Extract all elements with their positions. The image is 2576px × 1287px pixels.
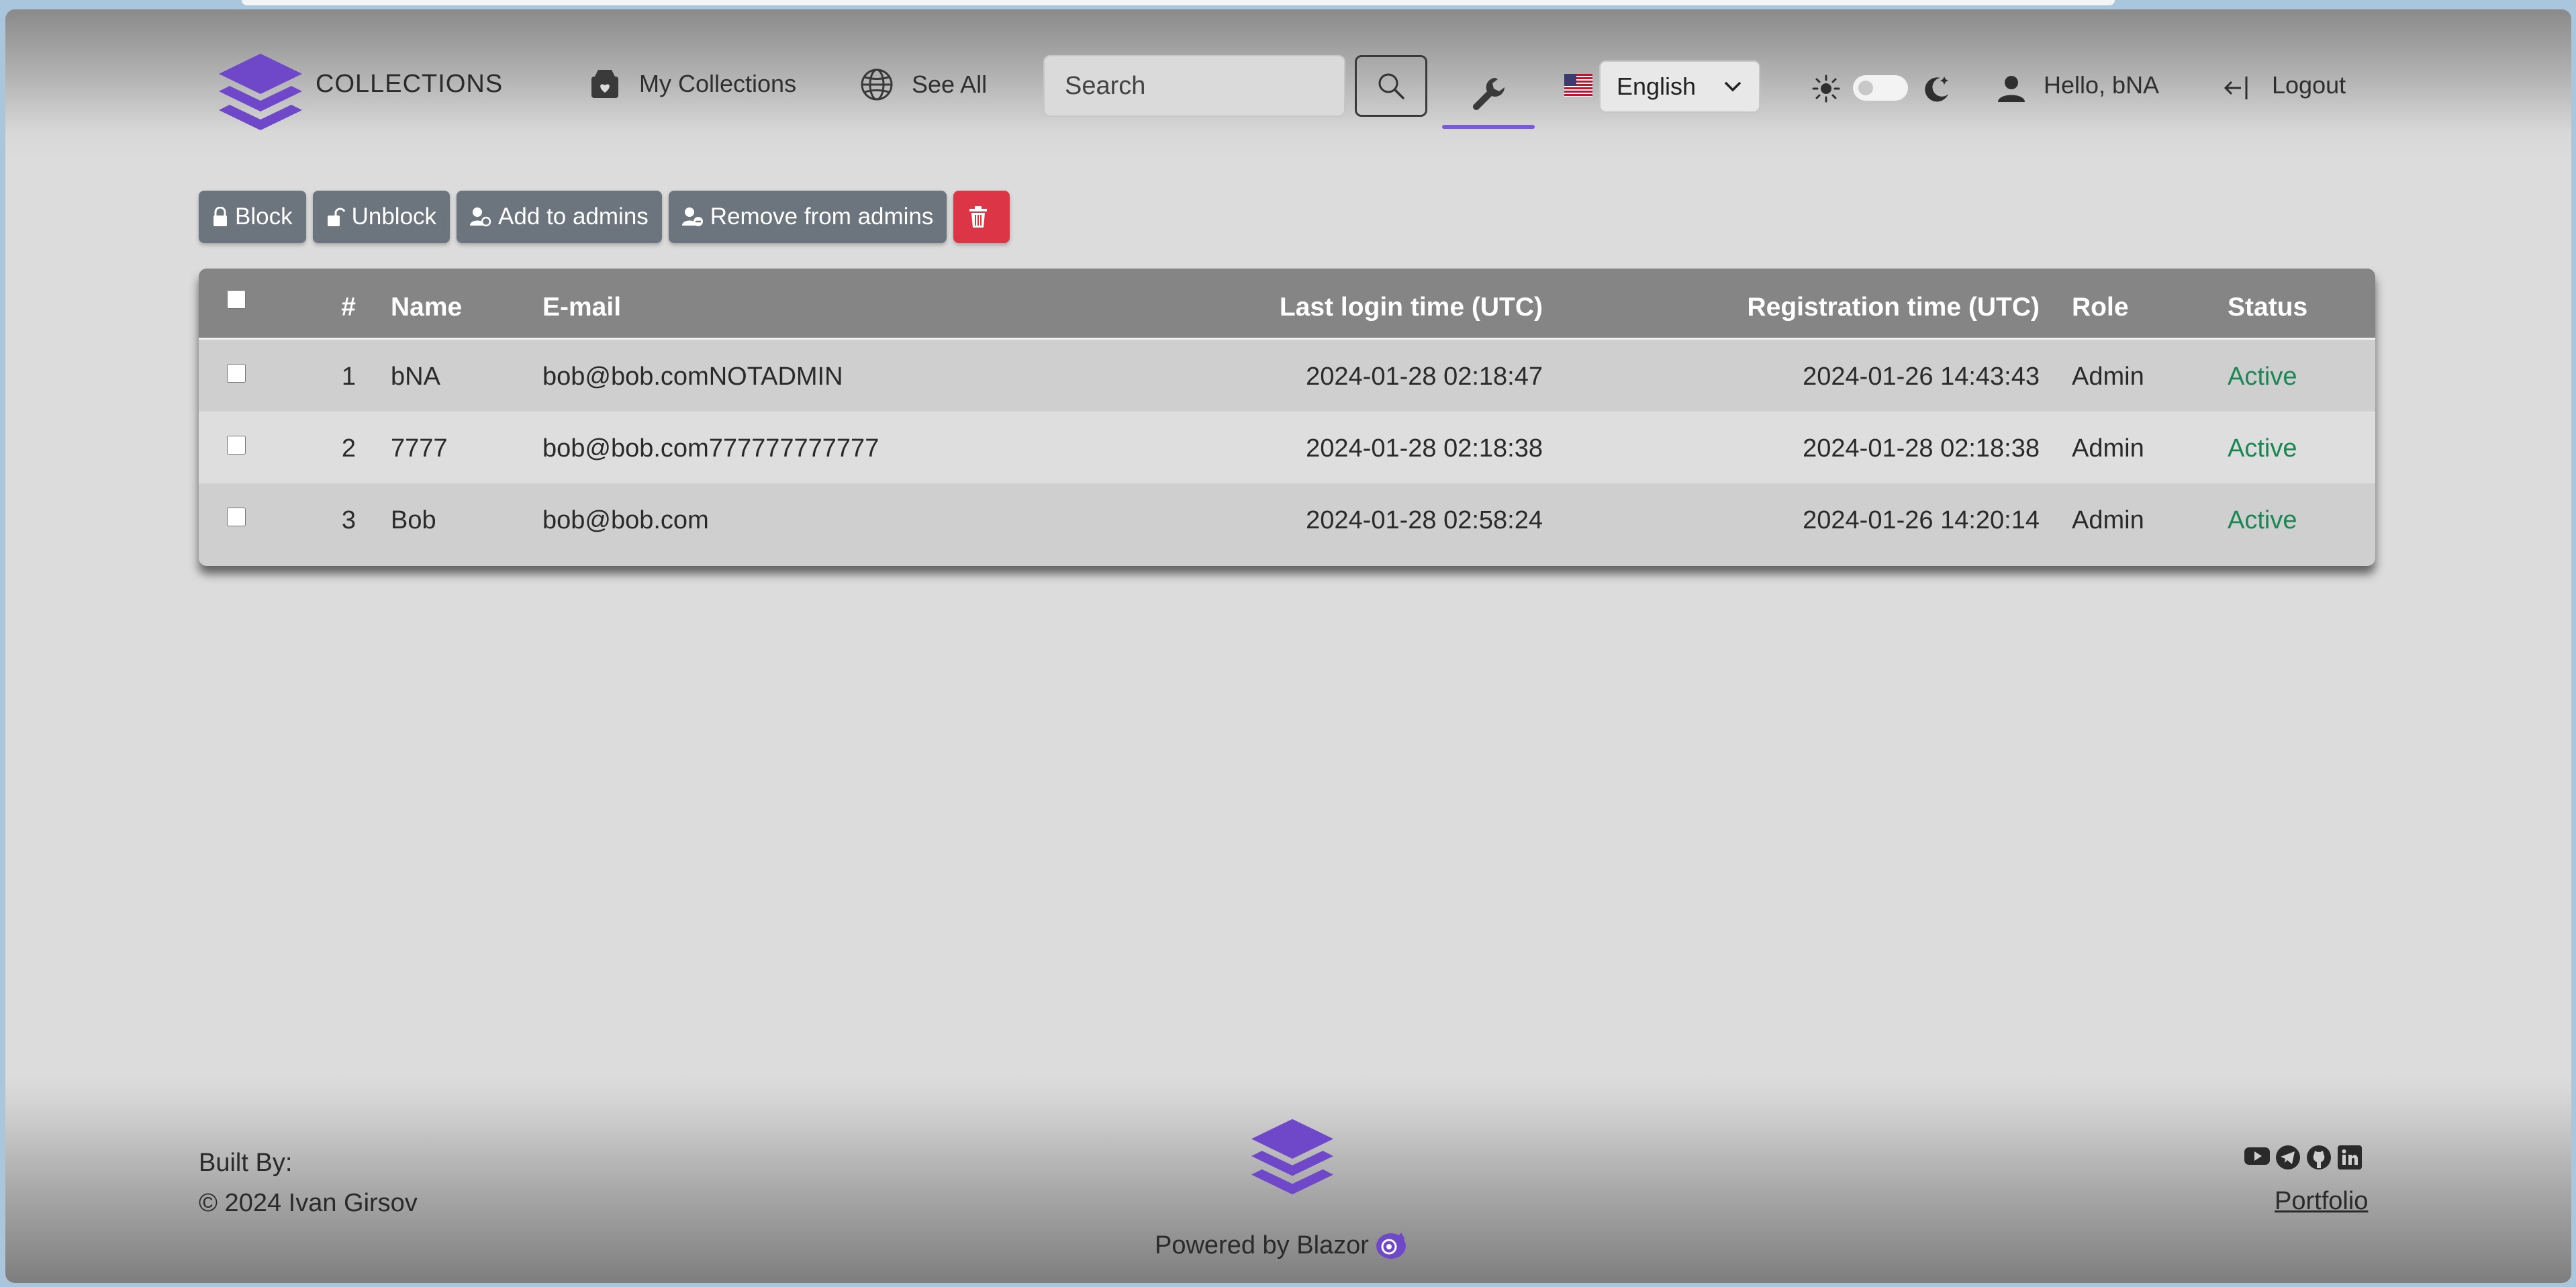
table-row[interactable]: 1 bNA bob@bob.comNOTADMIN 2024-01-28 02:… <box>199 340 2375 412</box>
user-icon <box>1998 76 2025 102</box>
col-header-role: Role <box>2072 293 2129 322</box>
layers-logo-icon <box>1251 1118 1334 1195</box>
layers-logo-icon[interactable] <box>216 51 305 132</box>
add-to-admins-button[interactable]: Add to admins <box>457 191 662 243</box>
unblock-button[interactable]: Unblock <box>312 191 450 243</box>
brand-name[interactable]: COLLECTIONS <box>316 70 503 99</box>
unlock-icon <box>327 207 345 226</box>
lock-icon <box>213 207 227 226</box>
chevron-down-icon <box>1724 81 1742 92</box>
footer-credits: Built By: © 2024 Ivan Girsov <box>199 1143 418 1223</box>
block-button-label: Block <box>235 203 293 230</box>
globe-icon <box>861 68 893 101</box>
moon-icon <box>1925 77 1948 102</box>
blazor-icon <box>1376 1233 1406 1259</box>
row-checkbox[interactable] <box>227 436 246 455</box>
github-icon[interactable] <box>2305 1144 2332 1171</box>
row-last-login: 2024-01-28 02:18:47 <box>1306 363 1543 391</box>
search-button[interactable] <box>1355 55 1427 117</box>
language-select[interactable]: English <box>1599 60 1760 113</box>
search-input[interactable] <box>1043 55 1345 117</box>
social-links <box>2244 1144 2363 1171</box>
col-header-email: E-mail <box>542 293 622 322</box>
row-email: bob@bob.comNOTADMIN <box>542 363 843 391</box>
row-registered: 2024-01-28 02:18:38 <box>1803 434 2040 463</box>
row-email: bob@bob.com <box>542 506 709 534</box>
row-email: bob@bob.com777777777777 <box>542 434 879 463</box>
row-number: 1 <box>341 363 356 391</box>
telegram-icon[interactable] <box>2275 1144 2301 1171</box>
sun-icon <box>1812 75 1840 103</box>
col-header-status: Status <box>2228 293 2308 322</box>
select-all-checkbox[interactable] <box>227 290 246 309</box>
row-registered: 2024-01-26 14:20:14 <box>1803 506 2040 534</box>
wrench-icon <box>1473 78 1505 110</box>
row-name: bNA <box>391 363 440 391</box>
search-icon <box>1378 73 1404 99</box>
col-header-last-login: Last login time (UTC) <box>1279 293 1543 322</box>
col-header-registration: Registration time (UTC) <box>1747 293 2040 322</box>
col-header-name: Name <box>391 293 463 322</box>
unblock-button-label: Unblock <box>351 203 437 230</box>
block-button[interactable]: Block <box>199 191 306 243</box>
nav-my-collections[interactable]: My Collections <box>588 67 796 101</box>
logout-link[interactable]: Logout <box>2272 71 2346 99</box>
row-status: Active <box>2228 434 2297 463</box>
box-heart-icon <box>591 70 618 98</box>
built-by-label: Built By: <box>199 1149 293 1177</box>
portfolio-link[interactable]: Portfolio <box>2275 1187 2368 1216</box>
row-registered: 2024-01-26 14:43:43 <box>1803 363 2040 391</box>
users-table: # Name E-mail Last login time (UTC) Regi… <box>199 269 2375 566</box>
theme-toggle[interactable] <box>1853 75 1908 101</box>
row-last-login: 2024-01-28 02:58:24 <box>1306 506 1543 534</box>
user-greeting[interactable]: Hello, bNA <box>2044 71 2159 99</box>
row-status: Active <box>2228 363 2297 391</box>
row-name: 7777 <box>391 434 448 463</box>
nav-my-collections-label: My Collections <box>639 70 797 97</box>
row-number: 2 <box>341 434 356 463</box>
table-row[interactable]: 3 Bob bob@bob.com 2024-01-28 02:58:24 20… <box>199 483 2375 555</box>
language-selected: English <box>1617 73 1697 100</box>
row-role: Admin <box>2072 434 2144 463</box>
row-number: 3 <box>341 506 356 534</box>
table-header: # Name E-mail Last login time (UTC) Regi… <box>199 269 2375 340</box>
user-minus-icon <box>681 207 703 226</box>
row-last-login: 2024-01-28 02:18:38 <box>1306 434 1543 463</box>
youtube-icon[interactable] <box>2244 1144 2271 1168</box>
trash-icon <box>969 206 988 228</box>
row-checkbox[interactable] <box>227 508 246 526</box>
row-role: Admin <box>2072 506 2144 534</box>
linkedin-icon[interactable] <box>2336 1144 2363 1171</box>
us-flag-icon <box>1564 74 1592 97</box>
table-row[interactable]: 2 7777 bob@bob.com777777777777 2024-01-2… <box>199 412 2375 483</box>
toggle-knob <box>1858 81 1873 95</box>
powered-by-text: Powered by Blazor <box>1155 1231 1369 1259</box>
remove-from-admins-button[interactable]: Remove from admins <box>668 191 947 243</box>
nav-see-all[interactable]: See All <box>859 67 987 102</box>
active-tab-indicator <box>1442 125 1535 129</box>
powered-by: Powered by Blazor <box>1155 1230 1408 1261</box>
logout-icon <box>2224 77 2248 99</box>
delete-button[interactable] <box>953 191 1010 243</box>
remove-from-admins-label: Remove from admins <box>710 203 934 230</box>
col-header-number: # <box>341 293 356 322</box>
nav-see-all-label: See All <box>912 70 988 98</box>
user-gear-icon <box>470 207 491 227</box>
browser-top-strip <box>242 0 2115 5</box>
add-to-admins-label: Add to admins <box>498 203 649 230</box>
admin-tools-button[interactable] <box>1442 55 1535 136</box>
row-role: Admin <box>2072 363 2144 391</box>
app-window: COLLECTIONS My Collections See All Searc… <box>5 9 2571 1283</box>
copyright-text: © 2024 Ivan Girsov <box>199 1189 418 1217</box>
row-status: Active <box>2228 506 2297 534</box>
admin-toolbar: Block Unblock Add to admins Remove from … <box>199 191 1010 243</box>
row-name: Bob <box>391 506 436 534</box>
row-checkbox[interactable] <box>227 364 246 383</box>
